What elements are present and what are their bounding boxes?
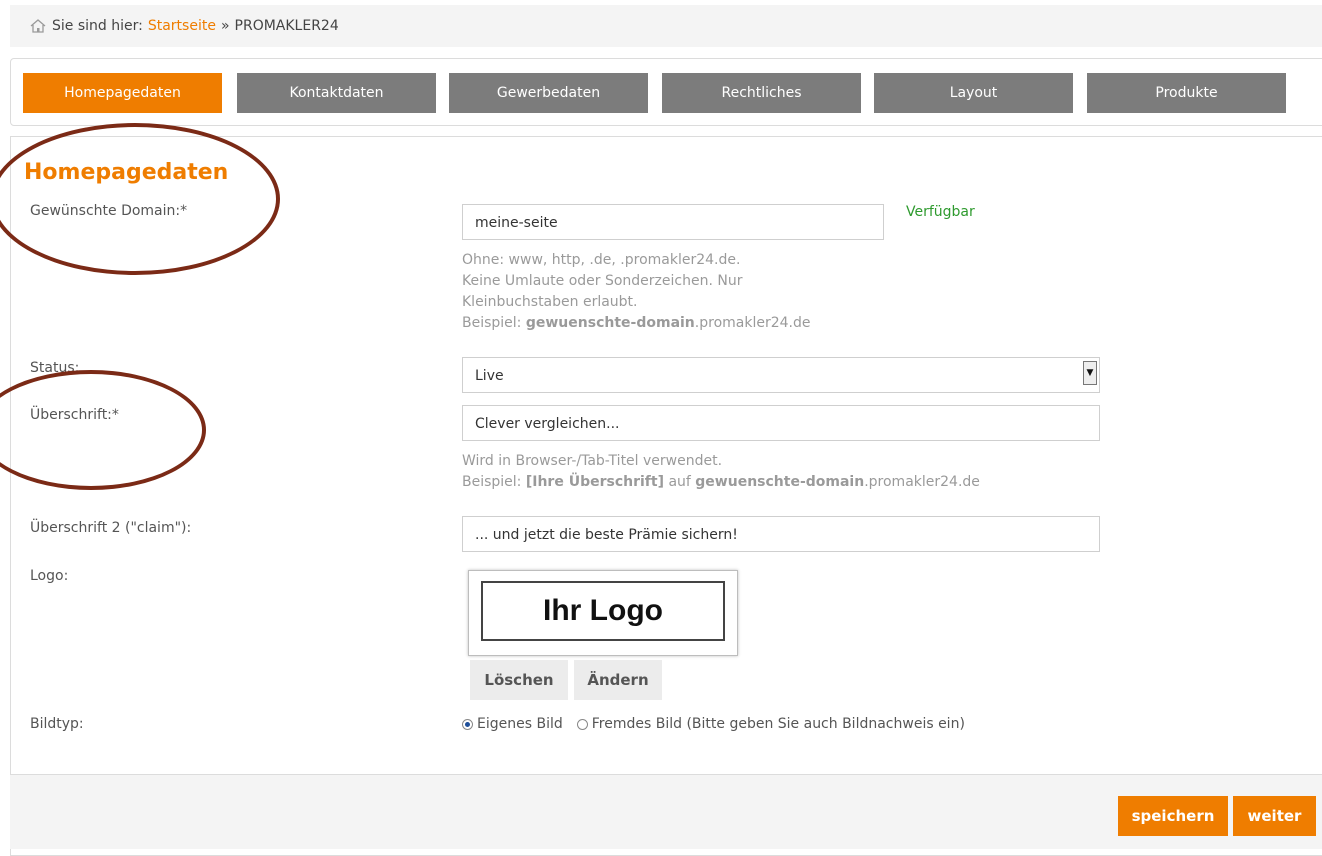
example-suffix: .promakler24.de bbox=[864, 474, 980, 490]
example-prefix: Beispiel: bbox=[462, 315, 522, 331]
example-domain: gewuenschte-domain bbox=[525, 315, 695, 331]
radio-foreign-image-label[interactable]: Fremdes Bild (Bitte geben Sie auch Bildn… bbox=[592, 716, 965, 732]
save-button[interactable]: speichern bbox=[1118, 796, 1228, 836]
next-button[interactable]: weiter bbox=[1233, 796, 1316, 836]
status-value: Live bbox=[475, 368, 504, 384]
status-select[interactable]: Live ▼ bbox=[462, 357, 1100, 393]
image-type-options: Eigenes Bild Fremdes Bild (Bitte geben S… bbox=[462, 716, 965, 732]
tab-layout[interactable]: Layout bbox=[874, 73, 1073, 113]
tab-kontaktdaten[interactable]: Kontaktdaten bbox=[237, 73, 436, 113]
heading-input[interactable]: Clever vergleichen... bbox=[462, 405, 1100, 441]
tab-produkte[interactable]: Produkte bbox=[1087, 73, 1286, 113]
tab-rechtliches[interactable]: Rechtliches bbox=[662, 73, 861, 113]
heading-hint-example: Beispiel: [Ihre Überschrift] auf gewuens… bbox=[462, 472, 980, 493]
domain-input[interactable]: meine-seite bbox=[462, 204, 884, 240]
image-type-label: Bildtyp: bbox=[30, 716, 84, 732]
breadcrumb-current: PROMAKLER24 bbox=[234, 18, 339, 34]
domain-hint: Ohne: www, http, .de, .promakler24.de. K… bbox=[462, 250, 810, 334]
heading2-input[interactable]: ... und jetzt die beste Prämie sichern! bbox=[462, 516, 1100, 552]
tab-homepagedaten[interactable]: Homepagedaten bbox=[23, 73, 222, 113]
logo-placeholder: Ihr Logo bbox=[481, 581, 725, 641]
logo-change-button[interactable]: Ändern bbox=[574, 660, 662, 700]
example-domain: gewuenschte-domain bbox=[695, 474, 865, 490]
domain-hint-line: Ohne: www, http, .de, .promakler24.de. bbox=[462, 252, 741, 268]
radio-foreign-image[interactable] bbox=[576, 718, 588, 730]
example-prefix: Beispiel: bbox=[462, 474, 522, 490]
domain-hint-example: Beispiel: gewuenschte-domain.promakler24… bbox=[462, 313, 810, 334]
radio-own-image[interactable] bbox=[462, 718, 473, 730]
breadcrumb-home-link[interactable]: Startseite bbox=[148, 18, 216, 34]
heading-hint-line: Wird in Browser-/Tab-Titel verwendet. bbox=[462, 453, 723, 469]
annotation-ellipse bbox=[0, 123, 280, 275]
chevron-down-icon[interactable]: ▼ bbox=[1083, 361, 1097, 385]
heading-hint: Wird in Browser-/Tab-Titel verwendet. Be… bbox=[462, 451, 980, 493]
domain-hint-line: Keine Umlaute oder Sonderzeichen. Nur bbox=[462, 273, 743, 289]
heading2-label: Überschrift 2 ("claim"): bbox=[30, 520, 192, 536]
example-heading: [Ihre Überschrift] bbox=[525, 474, 664, 490]
logo-preview: Ihr Logo bbox=[468, 570, 738, 656]
tab-gewerbedaten[interactable]: Gewerbedaten bbox=[449, 73, 648, 113]
radio-own-image-label[interactable]: Eigenes Bild bbox=[477, 716, 563, 732]
logo-label: Logo: bbox=[30, 568, 69, 584]
home-icon[interactable] bbox=[30, 19, 46, 33]
tab-bar: Homepagedaten Kontaktdaten Gewerbedaten … bbox=[10, 58, 1322, 126]
logo-delete-button[interactable]: Löschen bbox=[470, 660, 568, 700]
breadcrumb-separator: » bbox=[220, 18, 230, 34]
example-mid: auf bbox=[668, 474, 691, 490]
example-suffix: .promakler24.de bbox=[694, 315, 811, 331]
breadcrumb-prefix: Sie sind hier: bbox=[52, 18, 143, 34]
domain-availability: Verfügbar bbox=[906, 204, 975, 220]
breadcrumb: Sie sind hier: Startseite » PROMAKLER24 bbox=[10, 5, 1322, 47]
domain-hint-line: Kleinbuchstaben erlaubt. bbox=[462, 294, 638, 310]
